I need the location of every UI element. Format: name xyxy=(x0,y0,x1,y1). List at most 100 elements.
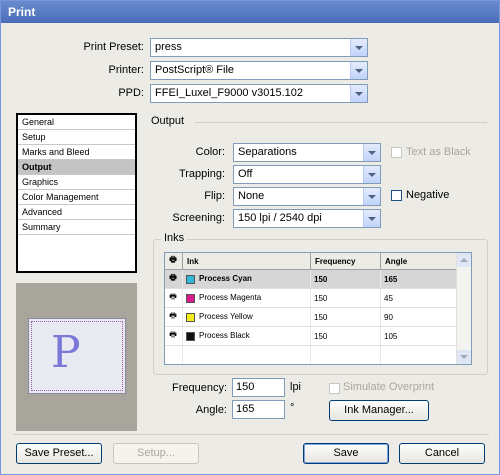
print-preset-label: Print Preset: xyxy=(83,41,144,53)
flip-select[interactable]: None xyxy=(233,187,381,206)
chevron-down-icon[interactable] xyxy=(350,62,367,79)
simulate-overprint-checkbox[interactable] xyxy=(329,383,340,394)
ink-angle-cell: 45 xyxy=(380,288,457,308)
ink-name: Process Yellow xyxy=(199,312,253,322)
ink-manager-button[interactable]: Ink Manager... xyxy=(329,400,429,421)
ppd-label: PPD: xyxy=(118,87,144,99)
scroll-down-icon[interactable] xyxy=(457,350,471,364)
trapping-select[interactable]: Off xyxy=(233,165,381,184)
simulate-overprint-label: Simulate Overprint xyxy=(343,381,435,393)
save-button[interactable]: Save xyxy=(303,443,389,464)
sidebar-item-marks-and-bleed[interactable]: Marks and Bleed xyxy=(18,145,135,160)
text-as-black-checkbox[interactable] xyxy=(391,147,402,158)
angle-value: 165 xyxy=(236,403,255,415)
save-preset-button[interactable]: Save Preset... xyxy=(16,443,102,464)
preview-glyph: P xyxy=(51,327,81,378)
print-ink-icon[interactable]: 🖶 xyxy=(165,269,183,289)
color-value: Separations xyxy=(238,146,297,158)
ink-swatch-icon xyxy=(186,274,195,284)
color-label: Color: xyxy=(195,146,225,158)
column-header-frequency[interactable]: Frequency xyxy=(310,253,381,270)
frequency-unit: lpi xyxy=(290,381,302,393)
ink-name: Process Black xyxy=(199,331,250,341)
ppd-select[interactable]: FFEI_Luxel_F9000 v3015.102 xyxy=(150,84,368,103)
column-header-ink[interactable]: Ink xyxy=(182,253,311,270)
chevron-down-icon[interactable] xyxy=(363,188,380,205)
section-list: General Setup Marks and Bleed Output Graphic… xyxy=(16,113,137,273)
angle-field[interactable]: 165 xyxy=(232,400,285,419)
frequency-label: Frequency: xyxy=(171,382,227,394)
empty-row xyxy=(165,345,457,364)
print-dialog: Print Print Preset: press Printer: PostS… xyxy=(0,0,500,475)
preview-page: P xyxy=(28,318,126,394)
sidebar-item-color-management[interactable]: Color Management xyxy=(18,190,135,205)
ink-frequency-cell: 150 xyxy=(310,326,381,346)
chevron-down-icon[interactable] xyxy=(350,85,367,102)
print-preview: P xyxy=(16,283,137,431)
ink-swatch-icon xyxy=(186,293,195,303)
chevron-down-icon[interactable] xyxy=(363,144,380,161)
print-preset-value: press xyxy=(155,41,182,53)
flip-value: None xyxy=(238,190,265,202)
printer-label: Printer: xyxy=(108,64,144,76)
sidebar-item-general[interactable]: General xyxy=(18,115,135,130)
ink-name-cell: Process Black xyxy=(182,326,311,346)
ink-frequency-cell: 150 xyxy=(310,269,381,289)
printer-icon-header: 🖶 xyxy=(165,253,183,270)
text-as-black-label: Text as Black xyxy=(406,146,471,158)
screening-label: Screening: xyxy=(172,212,225,224)
ink-row[interactable]: 🖶 Process Yellow 150 90 xyxy=(165,307,457,327)
chevron-down-icon[interactable] xyxy=(363,210,380,227)
ink-swatch-icon xyxy=(186,331,195,341)
angle-unit: ° xyxy=(290,402,295,414)
sidebar-item-advanced[interactable]: Advanced xyxy=(18,205,135,220)
window-title: Print xyxy=(8,5,36,19)
bottom-divider xyxy=(13,434,489,435)
negative-checkbox[interactable] xyxy=(391,190,402,201)
print-ink-icon[interactable]: 🖶 xyxy=(165,326,183,346)
cancel-button[interactable]: Cancel xyxy=(399,443,485,464)
ink-row[interactable]: 🖶 Process Black 150 105 xyxy=(165,326,457,346)
ink-angle-cell: 90 xyxy=(380,307,457,327)
printer-value: PostScript® File xyxy=(155,64,235,76)
inks-table: 🖶 Ink Frequency Angle 🖶 Process Cyan 150 16… xyxy=(164,252,472,365)
ink-angle-cell: 105 xyxy=(380,326,457,346)
screening-select[interactable]: 150 lpi / 2540 dpi xyxy=(233,209,381,228)
ink-frequency-cell: 150 xyxy=(310,307,381,327)
setup-button[interactable]: Setup... xyxy=(113,443,199,464)
color-select[interactable]: Separations xyxy=(233,143,381,162)
screening-value: 150 lpi / 2540 dpi xyxy=(238,212,322,224)
sidebar-item-summary[interactable]: Summary xyxy=(18,220,135,235)
sidebar-item-output[interactable]: Output xyxy=(18,160,135,175)
frequency-field[interactable]: 150 xyxy=(232,378,285,397)
section-divider xyxy=(195,122,487,123)
scroll-up-icon[interactable] xyxy=(457,253,471,267)
ink-swatch-icon xyxy=(186,312,195,322)
ink-frequency-cell: 150 xyxy=(310,288,381,308)
inks-group-label: Inks xyxy=(161,232,188,244)
chevron-down-icon[interactable] xyxy=(350,39,367,56)
inks-scrollbar[interactable] xyxy=(456,253,471,364)
output-section-title: Output xyxy=(151,115,185,127)
print-preset-select[interactable]: press xyxy=(150,38,368,57)
ppd-value: FFEI_Luxel_F9000 v3015.102 xyxy=(155,87,303,99)
empty-row xyxy=(165,365,457,366)
ink-name-cell: Process Cyan xyxy=(182,269,311,289)
sidebar-item-graphics[interactable]: Graphics xyxy=(18,175,135,190)
chevron-down-icon[interactable] xyxy=(363,166,380,183)
print-ink-icon[interactable]: 🖶 xyxy=(165,307,183,327)
flip-label: Flip: xyxy=(204,190,225,202)
column-header-angle[interactable]: Angle xyxy=(380,253,457,270)
title-bar: Print xyxy=(1,1,499,23)
frequency-value: 150 xyxy=(236,381,255,393)
negative-label: Negative xyxy=(406,189,450,201)
angle-label: Angle: xyxy=(195,404,227,416)
ink-row[interactable]: 🖶 Process Magenta 150 45 xyxy=(165,288,457,308)
ink-name-cell: Process Yellow xyxy=(182,307,311,327)
ink-row[interactable]: 🖶 Process Cyan 150 165 xyxy=(165,269,457,289)
printer-select[interactable]: PostScript® File xyxy=(150,61,368,80)
trapping-label: Trapping: xyxy=(178,168,225,180)
print-ink-icon[interactable]: 🖶 xyxy=(165,288,183,308)
ink-angle-cell: 165 xyxy=(380,269,457,289)
sidebar-item-setup[interactable]: Setup xyxy=(18,130,135,145)
